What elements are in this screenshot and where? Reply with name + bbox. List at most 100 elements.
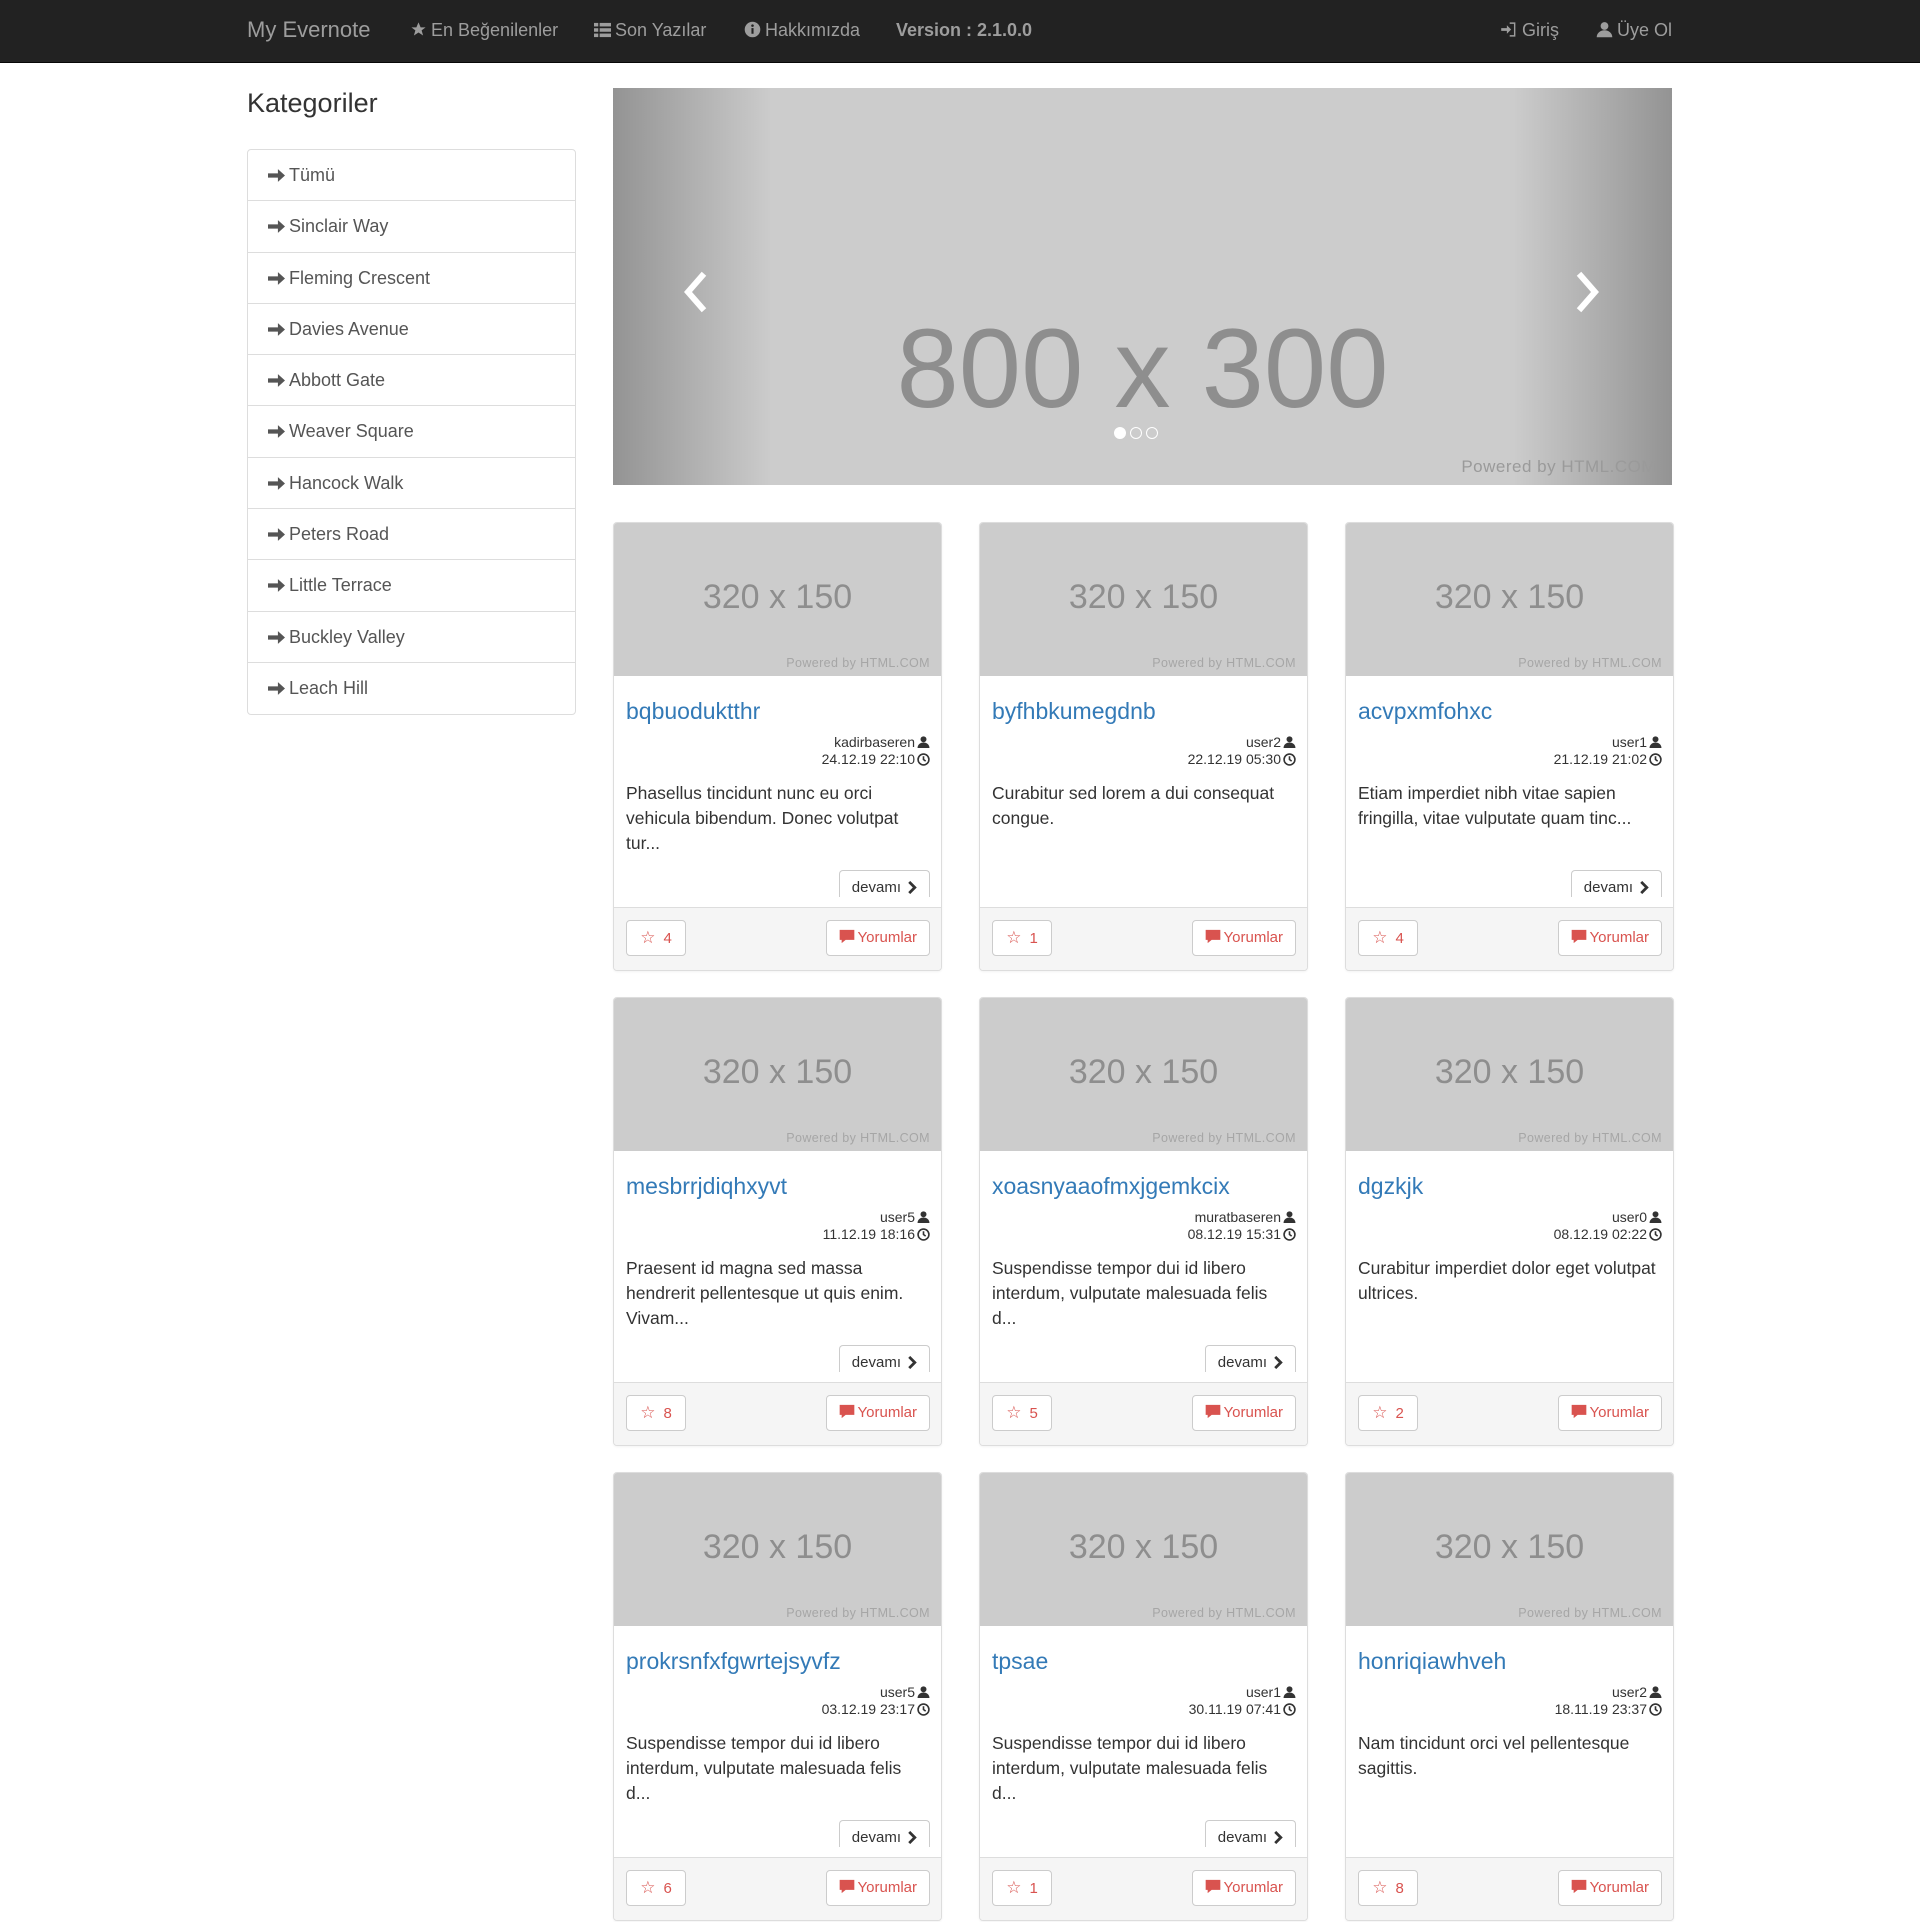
- like-button[interactable]: ☆ 8: [1358, 1870, 1418, 1906]
- comments-button[interactable]: Yorumlar: [1557, 1395, 1662, 1431]
- nav-latest-posts-label: Son Yazılar: [615, 20, 707, 40]
- note-thumbnail: 320 x 150 Powered by HTML.COM: [1346, 523, 1673, 676]
- like-button[interactable]: ☆ 1: [992, 920, 1052, 956]
- comment-icon: [1205, 1879, 1220, 1894]
- thumbnail-placeholder-text: 320 x 150: [1068, 578, 1219, 616]
- like-button[interactable]: ☆ 6: [626, 1870, 686, 1906]
- note-date: 08.12.19 15:31: [1187, 1226, 1281, 1242]
- like-button[interactable]: ☆ 4: [1358, 920, 1418, 956]
- star-outline-icon: ☆: [1372, 1403, 1388, 1422]
- thumbnail-placeholder-text: 320 x 150: [702, 1528, 853, 1566]
- category-item[interactable]: Weaver Square: [248, 406, 575, 458]
- note-meta: user0 08.12.19 02:22: [1554, 1209, 1662, 1243]
- category-item[interactable]: Davies Avenue: [248, 304, 575, 356]
- carousel-indicator[interactable]: [1130, 427, 1142, 439]
- brand-link[interactable]: My Evernote: [247, 17, 371, 43]
- clock-icon: [917, 753, 930, 766]
- like-button[interactable]: ☆ 5: [992, 1395, 1052, 1431]
- note-author: user1: [1245, 1684, 1281, 1700]
- note-title-link[interactable]: dgzkjk: [1358, 1173, 1423, 1200]
- category-item[interactable]: Hancock Walk: [248, 458, 575, 510]
- read-more-button[interactable]: devamı: [1204, 1345, 1296, 1372]
- thumbnail-placeholder-text: 320 x 150: [1068, 1528, 1219, 1566]
- note-card-footer: ☆ 4 Yorumlar: [614, 907, 941, 970]
- chevron-right-icon: [1274, 1355, 1283, 1370]
- comments-button[interactable]: Yorumlar: [1191, 920, 1296, 956]
- comments-button[interactable]: Yorumlar: [1557, 920, 1662, 956]
- nav-about[interactable]: Hakkımızda: [744, 20, 860, 41]
- carousel-indicator[interactable]: [1114, 427, 1126, 439]
- note-excerpt: Curabitur sed lorem a dui consequat cong…: [992, 783, 1275, 828]
- carousel-indicator[interactable]: [1146, 427, 1158, 439]
- note-title-link[interactable]: honriqiawhveh: [1358, 1648, 1506, 1675]
- comment-icon: [839, 1879, 854, 1894]
- category-item[interactable]: Buckley Valley: [248, 612, 575, 663]
- nav-login[interactable]: Giriş: [1500, 20, 1559, 41]
- thumbnail-powered-text: Powered by HTML.COM: [1152, 656, 1296, 670]
- note-title-link[interactable]: mesbrrjdiqhxyvt: [626, 1173, 787, 1200]
- read-more-button[interactable]: devamı: [838, 870, 930, 897]
- note-title-link[interactable]: tpsae: [992, 1648, 1048, 1675]
- note-excerpt: Suspendisse tempor dui id libero interdu…: [992, 1733, 1268, 1803]
- comments-button[interactable]: Yorumlar: [1557, 1870, 1662, 1906]
- note-excerpt: Suspendisse tempor dui id libero interdu…: [992, 1258, 1268, 1328]
- clock-icon: [1649, 1228, 1662, 1241]
- category-label: Sinclair Way: [289, 216, 389, 237]
- info-icon: [744, 21, 761, 38]
- read-more-button[interactable]: devamı: [1570, 870, 1662, 897]
- note-card-footer: ☆ 6 Yorumlar: [614, 1857, 941, 1920]
- comments-button[interactable]: Yorumlar: [825, 1870, 930, 1906]
- category-item[interactable]: Fleming Crescent: [248, 253, 575, 304]
- clock-icon: [1283, 1703, 1296, 1716]
- comments-button[interactable]: Yorumlar: [1191, 1395, 1296, 1431]
- note-card: 320 x 150 Powered by HTML.COM byfhbkumeg…: [979, 522, 1308, 971]
- carousel-powered-text: Powered by HTML.COM: [1461, 457, 1656, 476]
- category-item[interactable]: Little Terrace: [248, 560, 575, 612]
- category-item[interactable]: Abbott Gate: [248, 355, 575, 407]
- arrow-right-icon: [268, 682, 285, 695]
- thumbnail-powered-text: Powered by HTML.COM: [1152, 1606, 1296, 1620]
- nav-most-liked-label: En Beğenilenler: [431, 20, 559, 40]
- comments-button[interactable]: Yorumlar: [825, 920, 930, 956]
- nav-most-liked[interactable]: En Beğenilenler: [410, 20, 558, 41]
- thumbnail-powered-text: Powered by HTML.COM: [786, 1606, 930, 1620]
- like-button[interactable]: ☆ 2: [1358, 1395, 1418, 1431]
- note-title-link[interactable]: byfhbkumegdnb: [992, 698, 1156, 725]
- like-button[interactable]: ☆ 4: [626, 920, 686, 956]
- note-date: 18.11.19 23:37: [1554, 1701, 1647, 1717]
- note-card-footer: ☆ 8 Yorumlar: [614, 1382, 941, 1445]
- note-meta: user5 03.12.19 23:17: [822, 1684, 930, 1718]
- category-item[interactable]: Sinclair Way: [248, 201, 575, 253]
- note-meta: user2 18.11.19 23:37: [1555, 1684, 1662, 1718]
- like-count: 8: [1395, 1880, 1404, 1897]
- comments-button[interactable]: Yorumlar: [825, 1395, 930, 1431]
- comment-icon: [1571, 929, 1586, 944]
- note-thumbnail: 320 x 150 Powered by HTML.COM: [614, 1473, 941, 1626]
- like-count: 4: [1395, 930, 1404, 947]
- note-title-link[interactable]: acvpxmfohxc: [1358, 698, 1492, 725]
- note-thumbnail: 320 x 150 Powered by HTML.COM: [1346, 998, 1673, 1151]
- read-more-button[interactable]: devamı: [838, 1345, 930, 1372]
- note-card: 320 x 150 Powered by HTML.COM dgzkjk use…: [1345, 997, 1674, 1446]
- note-date: 22.12.19 05:30: [1187, 751, 1281, 767]
- comments-button[interactable]: Yorumlar: [1191, 1870, 1296, 1906]
- user-icon: [1283, 736, 1296, 748]
- read-more-label: devamı: [851, 1354, 901, 1371]
- read-more-button[interactable]: devamı: [1204, 1820, 1296, 1847]
- version-label: Version : 2.1.0.0: [896, 20, 1033, 40]
- chevron-right-icon[interactable]: [1573, 270, 1603, 314]
- like-button[interactable]: ☆ 8: [626, 1395, 686, 1431]
- note-title-link[interactable]: bqbuoduktthr: [626, 698, 760, 725]
- category-item[interactable]: Peters Road: [248, 509, 575, 561]
- note-title-link[interactable]: prokrsnfxfgwrtejsyvfz: [626, 1648, 841, 1675]
- like-button[interactable]: ☆ 1: [992, 1870, 1052, 1906]
- chevron-left-icon[interactable]: [680, 270, 710, 314]
- nav-register[interactable]: Üye Ol: [1596, 20, 1672, 41]
- note-title-link[interactable]: xoasnyaaofmxjgemkcix: [992, 1173, 1230, 1200]
- category-item[interactable]: Leach Hill: [248, 663, 575, 714]
- read-more-button[interactable]: devamı: [838, 1820, 930, 1847]
- nav-latest-posts[interactable]: Son Yazılar: [594, 20, 706, 41]
- category-item[interactable]: Tümü: [248, 150, 575, 202]
- clock-icon: [1283, 753, 1296, 766]
- note-date: 21.12.19 21:02: [1553, 751, 1647, 767]
